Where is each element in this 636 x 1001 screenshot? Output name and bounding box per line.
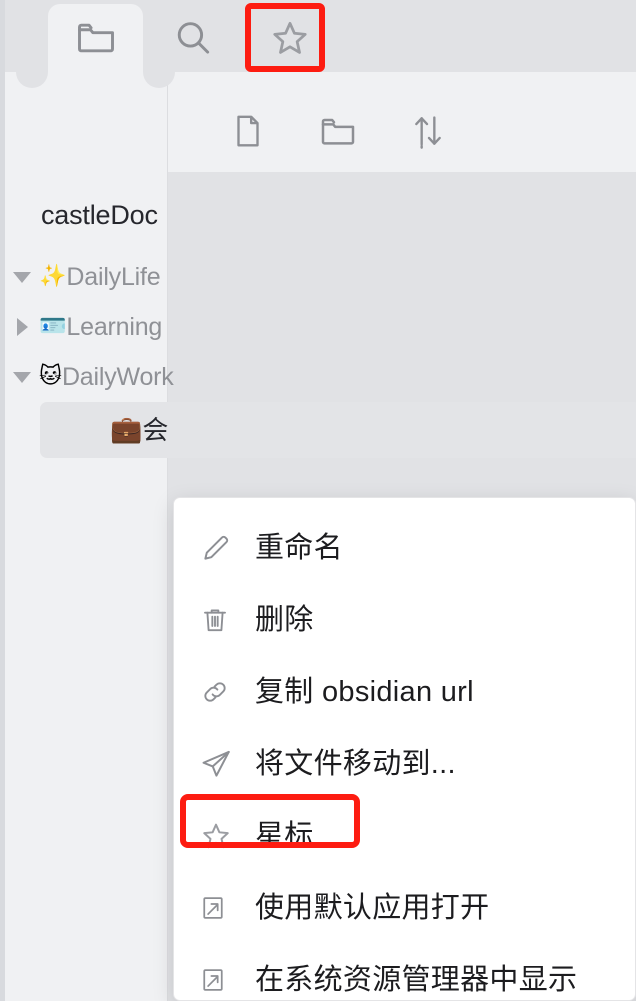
- tree-item-label: Learning: [66, 313, 163, 341]
- tree-item-label: 会: [142, 415, 169, 445]
- menu-item-label: 复制 obsidian url: [255, 676, 474, 708]
- star-icon: [268, 16, 312, 60]
- file-tree: castleDoc ✨ DailyLife 🪪 Learning 🐱 Daily…: [5, 196, 636, 458]
- folder-emoji: ✨: [39, 264, 67, 289]
- folder-emoji: 🐱: [39, 364, 62, 389]
- menu-item-label: 重命名: [255, 532, 343, 564]
- pencil-icon: [199, 531, 255, 565]
- sort-icon: [409, 112, 447, 155]
- collapse-arrow-icon[interactable]: [5, 271, 39, 283]
- tree-item-label: DailyLife: [66, 263, 161, 291]
- folder-icon: [74, 16, 118, 60]
- link-icon: [199, 676, 255, 708]
- tree-item-dailylife[interactable]: ✨ DailyLife: [5, 252, 168, 302]
- new-folder-icon: [318, 111, 358, 156]
- tree-item-label: DailyWork: [61, 363, 174, 391]
- menu-item-reveal-in-explorer[interactable]: 在系统资源管理器中显示: [174, 944, 635, 1001]
- sort-order-button[interactable]: [407, 112, 449, 154]
- menu-item-label: 将文件移动到...: [255, 748, 456, 780]
- menu-item-copy-obsidian-url[interactable]: 复制 obsidian url: [174, 656, 635, 728]
- obsidian-file-explorer-window: castleDoc ✨ DailyLife 🪪 Learning 🐱 Daily…: [0, 0, 636, 1001]
- file-explorer-toolbar: [5, 104, 636, 162]
- tree-item-selected-file[interactable]: 💼 会: [40, 402, 636, 458]
- collapse-arrow-icon[interactable]: [5, 371, 39, 383]
- paper-plane-icon: [199, 747, 255, 781]
- external-link-icon: [199, 894, 255, 922]
- menu-item-label: 在系统资源管理器中显示: [255, 964, 578, 996]
- menu-item-rename[interactable]: 重命名: [174, 512, 635, 584]
- trash-icon: [199, 604, 255, 636]
- menu-item-move-file[interactable]: 将文件移动到...: [174, 728, 635, 800]
- new-note-button[interactable]: [227, 112, 269, 154]
- external-link-icon: [199, 966, 255, 994]
- expand-arrow-icon[interactable]: [5, 318, 39, 336]
- vault-title: castleDoc: [41, 200, 158, 230]
- tab-files[interactable]: [48, 4, 143, 72]
- menu-item-open-with-default-app[interactable]: 使用默认应用打开: [174, 872, 635, 944]
- menu-item-label: 使用默认应用打开: [255, 892, 490, 924]
- star-icon: [199, 819, 255, 853]
- tree-item-dailywork[interactable]: 🐱 DailyWork: [5, 352, 174, 402]
- new-folder-button[interactable]: [317, 112, 359, 154]
- tab-bookmarks[interactable]: [250, 4, 330, 72]
- search-icon: [171, 16, 215, 60]
- folder-emoji: 🪪: [39, 314, 67, 339]
- sidebar-tab-bar: [5, 0, 636, 88]
- new-note-icon: [229, 112, 267, 155]
- tree-item-learning[interactable]: 🪪 Learning: [5, 302, 168, 352]
- menu-item-label: 删除: [255, 604, 314, 636]
- menu-item-label: 星标: [255, 820, 314, 852]
- menu-item-star[interactable]: 星标: [174, 800, 635, 872]
- file-context-menu: 重命名 删除 复制 obsidian url 将文件移动到... 星标 使用默认…: [173, 497, 636, 1001]
- menu-item-delete[interactable]: 删除: [174, 584, 635, 656]
- file-emoji: 💼: [110, 415, 143, 445]
- tab-corner-mask-left: [16, 56, 48, 88]
- tab-corner-mask-right: [143, 56, 175, 88]
